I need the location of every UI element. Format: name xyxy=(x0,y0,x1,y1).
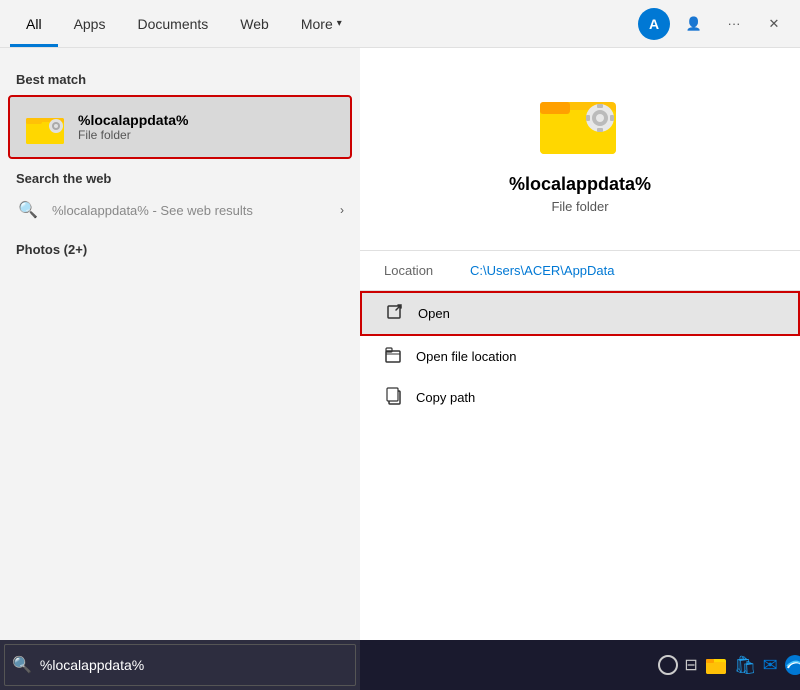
result-detail: %localappdata% File folder xyxy=(360,48,800,234)
result-folder-icon xyxy=(540,88,620,158)
avatar[interactable]: A xyxy=(638,8,670,40)
chevron-down-icon: ▾ xyxy=(337,18,342,29)
tab-more[interactable]: More ▾ xyxy=(285,0,358,47)
search-window: All Apps Documents Web More ▾ A 👤 xyxy=(0,0,800,640)
more-options-btn[interactable]: ··· xyxy=(718,8,750,40)
search-icon: 🔍 xyxy=(16,200,40,220)
location-value: C:\Users\ACER\AppData xyxy=(470,263,615,278)
open-file-location-label: Open file location xyxy=(416,349,516,364)
right-panel: %localappdata% File folder Location C:\U… xyxy=(360,48,800,640)
taskbar-search-icon: 🔍 xyxy=(12,655,32,675)
windows-search-icon[interactable] xyxy=(658,647,678,683)
result-meta: Location C:\Users\ACER\AppData xyxy=(360,251,800,291)
folder-svg xyxy=(26,110,66,145)
open-icon xyxy=(386,303,406,324)
best-match-label: Best match xyxy=(0,64,360,91)
copy-icon xyxy=(384,387,404,408)
taskbar-icons: ⊟ 🛍 ✉ xyxy=(360,640,800,690)
web-search-text: %localappdata% - See web results xyxy=(52,203,253,218)
taskbar-search-input[interactable] xyxy=(40,657,348,673)
chevron-right-icon: › xyxy=(340,203,344,217)
left-panel: Best match xyxy=(0,48,360,640)
taskbar: 🔍 ⊟ 🛍 ✉ xyxy=(0,640,800,690)
photos-label: Photos (2+) xyxy=(0,230,360,261)
tab-apps[interactable]: Apps xyxy=(58,0,122,47)
store-icon[interactable]: 🛍 xyxy=(734,647,757,683)
best-match-text: %localappdata% File folder xyxy=(78,112,188,142)
search-web-label: Search the web xyxy=(0,163,360,190)
tab-documents[interactable]: Documents xyxy=(121,0,224,47)
edge-icon[interactable] xyxy=(784,647,800,683)
task-view-icon[interactable]: ⊟ xyxy=(684,647,697,683)
ellipsis-icon: ··· xyxy=(728,16,741,31)
open-label: Open xyxy=(418,306,450,321)
search-bar-area[interactable]: 🔍 xyxy=(0,640,360,690)
mail-icon[interactable]: ✉ xyxy=(763,647,778,683)
result-type: File folder xyxy=(551,199,608,214)
result-name: %localappdata% xyxy=(509,174,651,195)
person-icon-btn[interactable]: 👤 xyxy=(678,8,710,40)
open-file-location-button[interactable]: Open file location xyxy=(360,336,800,377)
copy-path-label: Copy path xyxy=(416,390,475,405)
top-nav: All Apps Documents Web More ▾ A 👤 xyxy=(0,0,800,48)
folder-icon xyxy=(26,107,66,147)
person-icon: 👤 xyxy=(686,16,702,32)
file-explorer-icon[interactable] xyxy=(704,647,728,683)
web-search-item[interactable]: 🔍 %localappdata% - See web results › xyxy=(0,190,360,230)
content-area: Best match xyxy=(0,48,800,640)
best-match-name: %localappdata% xyxy=(78,112,188,128)
best-match-item[interactable]: %localappdata% File folder xyxy=(8,95,352,159)
best-match-type: File folder xyxy=(78,128,188,142)
tab-web[interactable]: Web xyxy=(224,0,285,47)
action-buttons: Open Open file location xyxy=(360,291,800,418)
close-icon: ✕ xyxy=(769,16,780,32)
location-label: Location xyxy=(384,263,454,278)
file-location-icon xyxy=(384,346,404,367)
close-btn[interactable]: ✕ xyxy=(758,8,790,40)
copy-path-button[interactable]: Copy path xyxy=(360,377,800,418)
open-button[interactable]: Open xyxy=(360,291,800,336)
nav-tabs: All Apps Documents Web More ▾ xyxy=(10,0,638,47)
tab-all[interactable]: All xyxy=(10,0,58,47)
nav-icons: A 👤 ··· ✕ xyxy=(638,8,790,40)
